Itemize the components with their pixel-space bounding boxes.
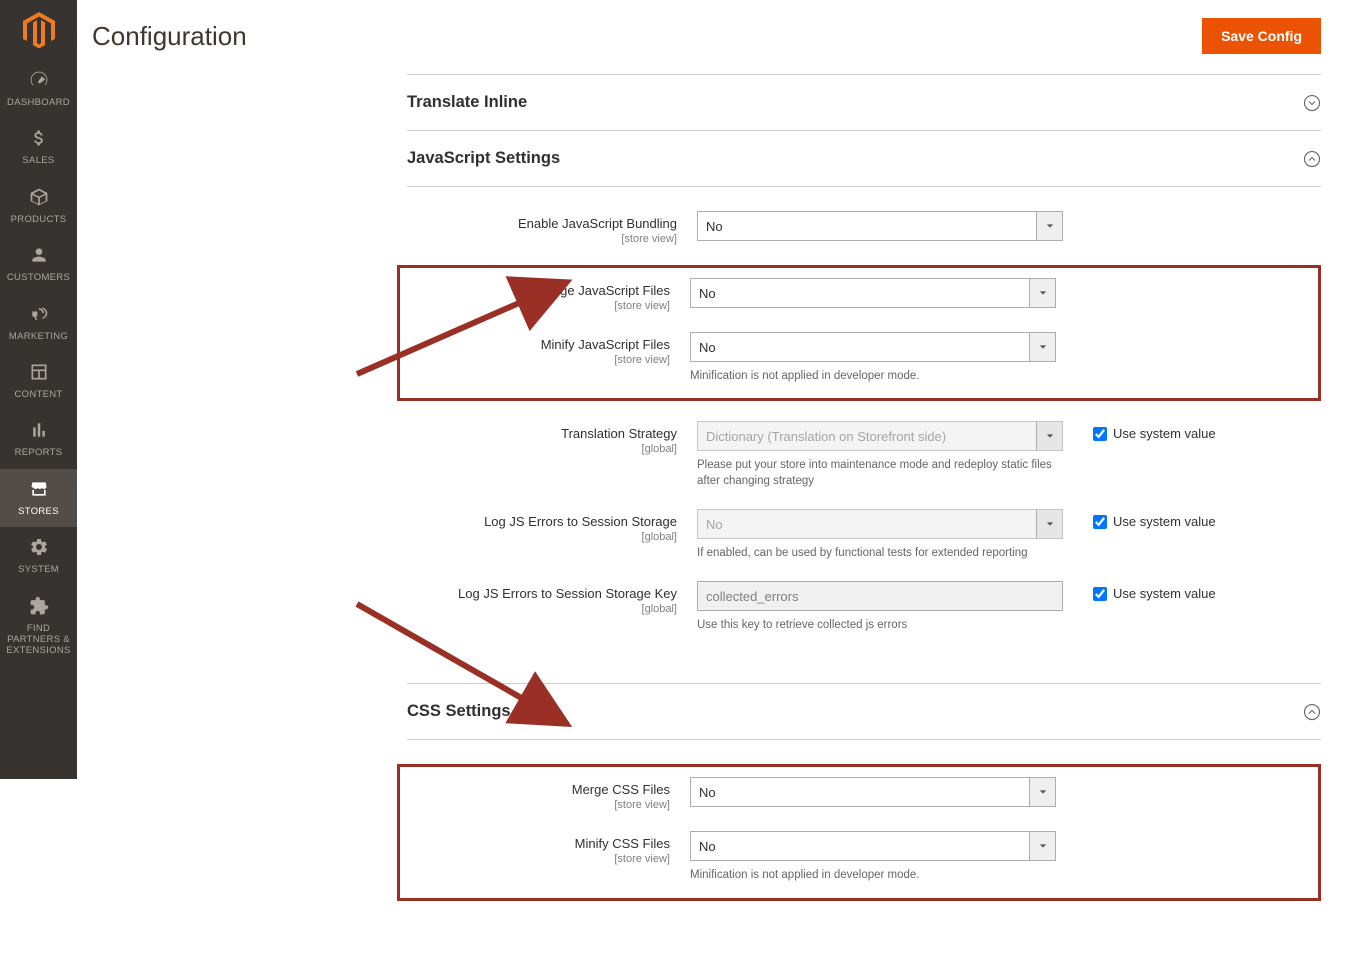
field-merge-js-files: Merge JavaScript Files [store view] No — [400, 278, 1288, 312]
magento-logo[interactable] — [0, 0, 77, 60]
sidebar-item-dashboard[interactable]: DASHBOARD — [0, 60, 77, 118]
use-system-checkbox-row: Use system value — [1093, 426, 1216, 441]
sidebar-label: PRODUCTS — [11, 214, 67, 225]
dollar-icon — [29, 128, 49, 151]
field-scope: [store view] — [400, 799, 670, 811]
use-system-checkbox-row: Use system value — [1093, 514, 1216, 529]
sidebar-label: MARKETING — [9, 331, 68, 342]
enable-js-bundling-select[interactable]: No — [697, 211, 1063, 241]
field-label: Merge JavaScript Files — [538, 283, 670, 298]
field-label: Minify JavaScript Files — [541, 337, 670, 352]
use-system-label[interactable]: Use system value — [1113, 586, 1216, 601]
dashboard-icon — [29, 70, 49, 93]
merge-css-files-select[interactable]: No — [690, 777, 1056, 807]
js-settings-body: Enable JavaScript Bundling [store view] … — [407, 187, 1321, 663]
section-title: Translate Inline — [407, 93, 527, 112]
sidebar-label: REPORTS — [15, 447, 63, 458]
field-scope: [global] — [407, 443, 677, 455]
section-title: JavaScript Settings — [407, 149, 560, 168]
js-highlight-box: Merge JavaScript Files [store view] No — [397, 265, 1321, 401]
section-css-settings[interactable]: CSS Settings — [407, 684, 1321, 740]
field-merge-css-files: Merge CSS Files [store view] No — [400, 777, 1288, 811]
field-minify-js-files: Minify JavaScript Files [store view] No … — [400, 332, 1288, 384]
field-scope: [global] — [407, 531, 677, 543]
use-system-value-checkbox[interactable] — [1093, 515, 1107, 529]
sidebar-item-find-partners[interactable]: FIND PARTNERS & EXTENSIONS — [0, 586, 77, 667]
field-scope: [store view] — [407, 233, 677, 245]
field-label: Minify CSS Files — [575, 836, 670, 851]
css-highlight-box: Merge CSS Files [store view] No Min — [397, 764, 1321, 900]
sidebar-label: SALES — [22, 155, 54, 166]
save-config-button[interactable]: Save Config — [1202, 18, 1321, 54]
section-translate-inline[interactable]: Translate Inline — [407, 75, 1321, 131]
css-settings-body: Merge CSS Files [store view] No Min — [407, 740, 1321, 930]
log-js-key-input — [697, 581, 1063, 611]
page-title: Configuration — [92, 21, 247, 52]
field-minify-css-files: Minify CSS Files [store view] No Minific… — [400, 831, 1288, 883]
field-note: Use this key to retrieve collected js er… — [697, 617, 1063, 633]
translation-strategy-select: Dictionary (Translation on Storefront si… — [697, 421, 1063, 451]
sidebar-label: DASHBOARD — [7, 97, 70, 108]
sidebar-item-sales[interactable]: SALES — [0, 118, 77, 176]
sidebar-item-content[interactable]: CONTENT — [0, 352, 77, 410]
store-icon — [29, 479, 49, 502]
person-icon — [29, 245, 49, 268]
field-scope: [store view] — [400, 853, 670, 865]
gear-icon — [29, 537, 49, 560]
use-system-value-checkbox[interactable] — [1093, 427, 1107, 441]
log-js-errors-select: No — [697, 509, 1063, 539]
config-content: Translate Inline JavaScript Settings Ena… — [77, 64, 1351, 971]
puzzle-icon — [29, 596, 49, 619]
field-scope: [global] — [407, 603, 677, 615]
sidebar-label: CONTENT — [14, 389, 62, 400]
sidebar-label: FIND PARTNERS & EXTENSIONS — [4, 623, 73, 657]
field-note: Minification is not applied in developer… — [690, 368, 1056, 384]
sidebar-label: SYSTEM — [18, 564, 59, 575]
use-system-label[interactable]: Use system value — [1113, 514, 1216, 529]
layout-icon — [29, 362, 49, 385]
field-note: Minification is not applied in developer… — [690, 867, 1056, 883]
field-log-js-key: Log JS Errors to Session Storage Key [gl… — [407, 581, 1321, 633]
chevron-up-icon — [1303, 703, 1321, 721]
admin-sidebar: DASHBOARD SALES PRODUCTS CUSTOMERS MARKE… — [0, 0, 77, 779]
field-label: Enable JavaScript Bundling — [518, 216, 677, 231]
field-scope: [store view] — [400, 300, 670, 312]
sidebar-item-system[interactable]: SYSTEM — [0, 527, 77, 585]
sidebar-item-marketing[interactable]: MARKETING — [0, 294, 77, 352]
chevron-down-icon — [1303, 94, 1321, 112]
minify-css-files-select[interactable]: No — [690, 831, 1056, 861]
sidebar-item-products[interactable]: PRODUCTS — [0, 177, 77, 235]
field-enable-js-bundling: Enable JavaScript Bundling [store view] … — [407, 211, 1321, 245]
field-label: Log JS Errors to Session Storage — [484, 514, 677, 529]
merge-js-files-select[interactable]: No — [690, 278, 1056, 308]
section-js-settings[interactable]: JavaScript Settings — [407, 131, 1321, 187]
field-label: Merge CSS Files — [572, 782, 670, 797]
sidebar-label: STORES — [18, 506, 59, 517]
use-system-value-checkbox[interactable] — [1093, 587, 1107, 601]
sidebar-item-stores[interactable]: STORES — [0, 469, 77, 527]
megaphone-icon — [29, 304, 49, 327]
section-title: CSS Settings — [407, 702, 511, 721]
field-scope: [store view] — [400, 354, 670, 366]
field-note: If enabled, can be used by functional te… — [697, 545, 1063, 561]
chevron-up-icon — [1303, 150, 1321, 168]
minify-js-files-select[interactable]: No — [690, 332, 1056, 362]
sidebar-label: CUSTOMERS — [7, 272, 70, 283]
field-label: Translation Strategy — [561, 426, 677, 441]
field-log-js-errors: Log JS Errors to Session Storage [global… — [407, 509, 1321, 561]
field-note: Please put your store into maintenance m… — [697, 457, 1063, 489]
sidebar-item-reports[interactable]: REPORTS — [0, 410, 77, 468]
sidebar-item-customers[interactable]: CUSTOMERS — [0, 235, 77, 293]
field-translation-strategy: Translation Strategy [global] Dictionary… — [407, 421, 1321, 489]
box-icon — [29, 187, 49, 210]
main-content: Configuration Save Config Translate Inli… — [77, 0, 1351, 971]
bars-icon — [29, 420, 49, 443]
use-system-label[interactable]: Use system value — [1113, 426, 1216, 441]
field-label: Log JS Errors to Session Storage Key — [458, 586, 677, 601]
page-header: Configuration Save Config — [77, 0, 1351, 64]
use-system-checkbox-row: Use system value — [1093, 586, 1216, 601]
